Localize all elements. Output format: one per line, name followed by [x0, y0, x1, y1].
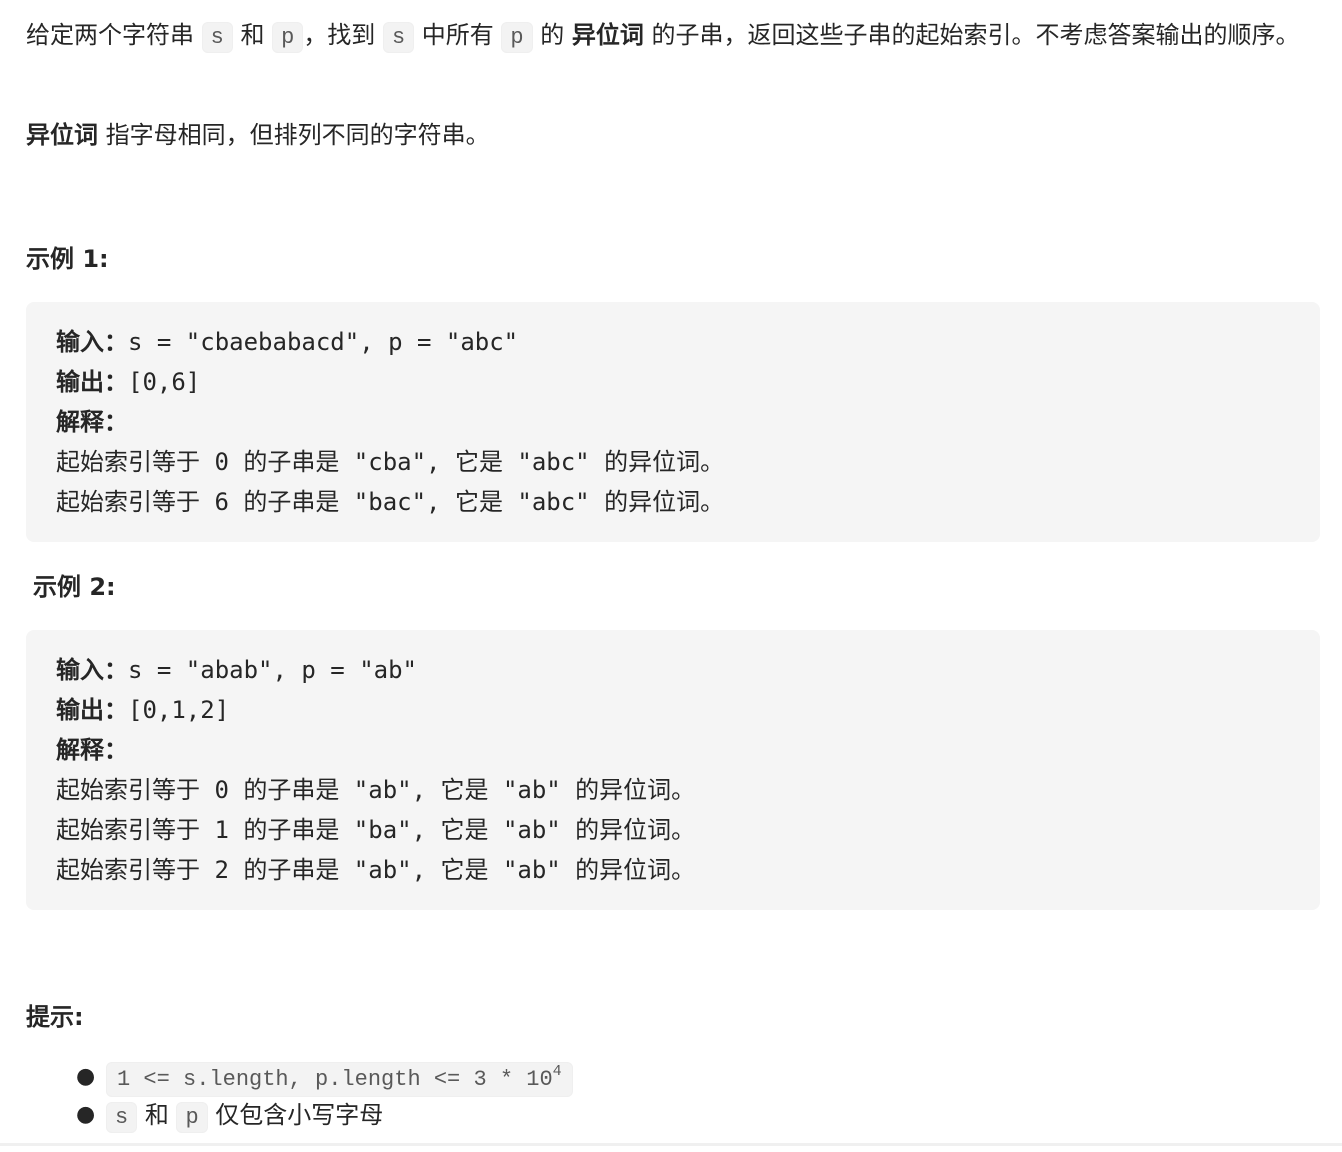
output-label: 输出： — [56, 368, 128, 396]
example-1-code-block: 输入：s = "cbaebabacd", p = "abc" 输出：[0,6] … — [26, 302, 1320, 542]
bullet-icon: ● — [76, 1064, 96, 1089]
example-2-code-block: 输入：s = "abab", p = "ab" 输出：[0,1,2] 解释： 起… — [26, 630, 1320, 910]
explanation-line: 起始索引等于 0 的子串是 "cba", 它是 "abc" 的异位词。 — [56, 448, 725, 476]
inline-code-p: p — [272, 22, 304, 53]
intro-text: 和 — [232, 21, 273, 49]
bottom-divider — [0, 1143, 1342, 1146]
inline-code-s: s — [106, 1102, 138, 1133]
input-label: 输入： — [56, 656, 128, 684]
hint-text: 仅包含小写字母 — [207, 1101, 384, 1129]
hints-list: ● 1 <= s.length, p.length <= 3 * 104 ● s… — [26, 1058, 573, 1134]
example-1-heading: 示例 1: — [26, 245, 109, 273]
bullet-icon: ● — [76, 1102, 96, 1127]
constraint-code: 1 <= s.length, p.length <= 3 * 104 — [106, 1062, 573, 1097]
input-value: s = "abab", p = "ab" — [128, 656, 417, 684]
inline-code-p: p — [176, 1102, 208, 1133]
intro-text: 的 — [532, 21, 572, 49]
hint-item: ● 1 <= s.length, p.length <= 3 * 104 — [76, 1058, 573, 1097]
anagram-term-bold: 异位词 — [571, 21, 644, 49]
hint-text: 和 — [137, 1101, 177, 1129]
intro-text: 给定两个字符串 — [26, 21, 202, 49]
constraint-exponent: 4 — [552, 1063, 562, 1080]
definition-text: 指字母相同，但排列不同的字符串。 — [98, 121, 490, 149]
intro-text: 中所有 — [414, 21, 502, 49]
intro-text: ，找到 — [303, 21, 383, 49]
explanation-label: 解释： — [56, 408, 128, 436]
example-2-heading: 示例 2: — [33, 573, 116, 601]
explanation-line: 起始索引等于 6 的子串是 "bac", 它是 "abc" 的异位词。 — [56, 488, 725, 516]
definition-paragraph: 异位词 指字母相同，但排列不同的字符串。 — [26, 115, 490, 155]
explanation-line: 起始索引等于 0 的子串是 "ab", 它是 "ab" 的异位词。 — [56, 776, 696, 804]
inline-code-s: s — [382, 22, 415, 53]
explanation-label: 解释： — [56, 736, 128, 764]
constraint-text: 1 <= s.length, p.length <= 3 * 10 — [117, 1067, 553, 1092]
inline-code-p: p — [501, 22, 533, 53]
explanation-line: 起始索引等于 2 的子串是 "ab", 它是 "ab" 的异位词。 — [56, 856, 696, 884]
hint-item: ● s 和 p 仅包含小写字母 — [76, 1096, 573, 1134]
hints-heading: 提示: — [26, 1003, 84, 1031]
explanation-line: 起始索引等于 1 的子串是 "ba", 它是 "ab" 的异位词。 — [56, 816, 696, 844]
inline-code-s: s — [201, 22, 233, 53]
input-label: 输入： — [56, 328, 128, 356]
intro-text: 的子串，返回这些子串的起始索引。不考虑答案输出的顺序。 — [643, 21, 1300, 49]
input-value: s = "cbaebabacd", p = "abc" — [128, 328, 519, 356]
output-label: 输出： — [56, 696, 128, 724]
output-value: [0,6] — [128, 368, 201, 396]
definition-term: 异位词 — [26, 121, 98, 149]
intro-paragraph: 给定两个字符串 s 和 p ，找到 s 中所有 p 的 异位词 的子串，返回这些子… — [26, 15, 1320, 58]
output-value: [0,1,2] — [128, 696, 230, 724]
